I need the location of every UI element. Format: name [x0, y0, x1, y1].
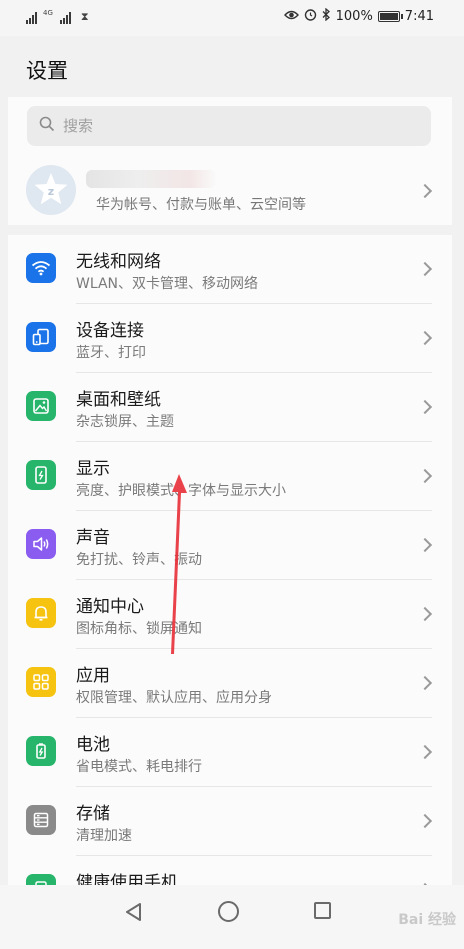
- bell-icon: [26, 598, 56, 628]
- settings-item-wallpaper[interactable]: 桌面和壁纸 杂志锁屏、主题: [8, 373, 452, 442]
- settings-item-subtitle: 省电模式、耗电排行: [76, 759, 202, 775]
- signal-icon: [26, 10, 37, 24]
- settings-item-subtitle: 亮度、护眼模式、字体与显示大小: [76, 483, 286, 499]
- search-account-card: z 华为帐号、付款与账单、云空间等: [8, 97, 452, 225]
- settings-item-title: 存储: [76, 804, 110, 824]
- settings-item-wireless[interactable]: 无线和网络 WLAN、双卡管理、移动网络: [8, 235, 452, 304]
- page-title: 设置: [26, 59, 68, 83]
- avatar: z: [26, 165, 76, 215]
- settings-item-subtitle: WLAN、双卡管理、移动网络: [76, 276, 259, 292]
- svg-text:z: z: [48, 185, 54, 198]
- settings-item-title: 应用: [76, 666, 110, 686]
- clock: 7:41: [404, 8, 434, 24]
- bluetooth-icon: [322, 7, 331, 24]
- status-left: 4G ⧗: [26, 10, 89, 24]
- wallpaper-icon: [26, 391, 56, 421]
- settings-item-title: 健康使用手机: [76, 873, 178, 885]
- apps-icon: [26, 667, 56, 697]
- account-name-redacted: [86, 170, 216, 188]
- settings-item-sound[interactable]: 声音 免打扰、铃声、振动: [8, 511, 452, 580]
- battery-icon: [26, 736, 56, 766]
- eye-comfort-icon: [283, 9, 299, 24]
- settings-item-display[interactable]: 显示 亮度、护眼模式、字体与显示大小: [8, 442, 452, 511]
- status-right: 100% 7:41: [283, 7, 434, 24]
- hourglass-icon: ⧗: [80, 10, 89, 23]
- signal-icon-2: [59, 10, 71, 24]
- chevron-right-icon: [417, 330, 433, 346]
- chevron-right-icon: [417, 606, 433, 622]
- wifi-icon: [26, 253, 56, 283]
- battery-icon: [377, 10, 403, 22]
- watermark: Bai 经验: [398, 912, 456, 928]
- settings-item-title: 电池: [76, 735, 110, 755]
- chevron-right-icon: [417, 399, 433, 415]
- search-box[interactable]: [27, 106, 431, 146]
- recents-icon[interactable]: [314, 902, 331, 919]
- search-icon: [39, 116, 55, 136]
- avatar-star-icon: z: [34, 173, 68, 205]
- home-icon[interactable]: [218, 901, 239, 922]
- settings-item-subtitle: 清理加速: [76, 828, 132, 844]
- chevron-right-icon: [417, 537, 433, 553]
- account-subtitle: 华为帐号、付款与账单、云空间等: [96, 197, 306, 213]
- settings-item-apps[interactable]: 应用 权限管理、默认应用、应用分身: [8, 649, 452, 718]
- back-icon[interactable]: [125, 902, 143, 926]
- settings-item-title: 无线和网络: [76, 252, 161, 272]
- settings-item-subtitle: 免打扰、铃声、振动: [76, 552, 202, 568]
- sound-icon: [26, 529, 56, 559]
- settings-item-subtitle: 权限管理、默认应用、应用分身: [76, 690, 272, 706]
- chevron-right-icon: [417, 744, 433, 760]
- settings-list: 无线和网络 WLAN、双卡管理、移动网络 设备连接 蓝牙、打印 桌面和壁纸 杂志…: [8, 235, 452, 885]
- settings-item-title: 设备连接: [76, 321, 144, 341]
- health-icon: [26, 874, 56, 885]
- navigation-bar: Bai 经验: [0, 885, 464, 949]
- settings-item-subtitle: 杂志锁屏、主题: [76, 414, 174, 430]
- chevron-right-icon: [417, 261, 433, 277]
- search-input[interactable]: [63, 117, 363, 135]
- settings-item-device-connection[interactable]: 设备连接 蓝牙、打印: [8, 304, 452, 373]
- chevron-right-icon: [417, 813, 433, 829]
- account-row[interactable]: z 华为帐号、付款与账单、云空间等: [8, 159, 452, 225]
- settings-item-battery[interactable]: 电池 省电模式、耗电排行: [8, 718, 452, 787]
- chevron-right-icon: [417, 675, 433, 691]
- chevron-right-icon: [417, 183, 433, 199]
- storage-icon: [26, 805, 56, 835]
- settings-item-subtitle: 蓝牙、打印: [76, 345, 146, 361]
- display-icon: [26, 460, 56, 490]
- settings-item-title: 声音: [76, 528, 110, 548]
- settings-item-title: 桌面和壁纸: [76, 390, 161, 410]
- device-connection-icon: [26, 322, 56, 352]
- settings-item-notifications[interactable]: 通知中心 图标角标、锁屏通知: [8, 580, 452, 649]
- status-bar: 4G ⧗ 100% 7:41: [0, 0, 464, 36]
- battery-percent: 100%: [335, 8, 373, 24]
- chevron-right-icon: [417, 468, 433, 484]
- settings-item-subtitle: 图标角标、锁屏通知: [76, 621, 202, 637]
- settings-item-title: 显示: [76, 459, 110, 479]
- settings-item-digital-balance[interactable]: 健康使用手机: [8, 856, 452, 885]
- settings-item-storage[interactable]: 存储 清理加速: [8, 787, 452, 856]
- network-type-label: 4G: [43, 9, 53, 17]
- alarm-icon: [304, 8, 317, 24]
- settings-item-title: 通知中心: [76, 597, 144, 617]
